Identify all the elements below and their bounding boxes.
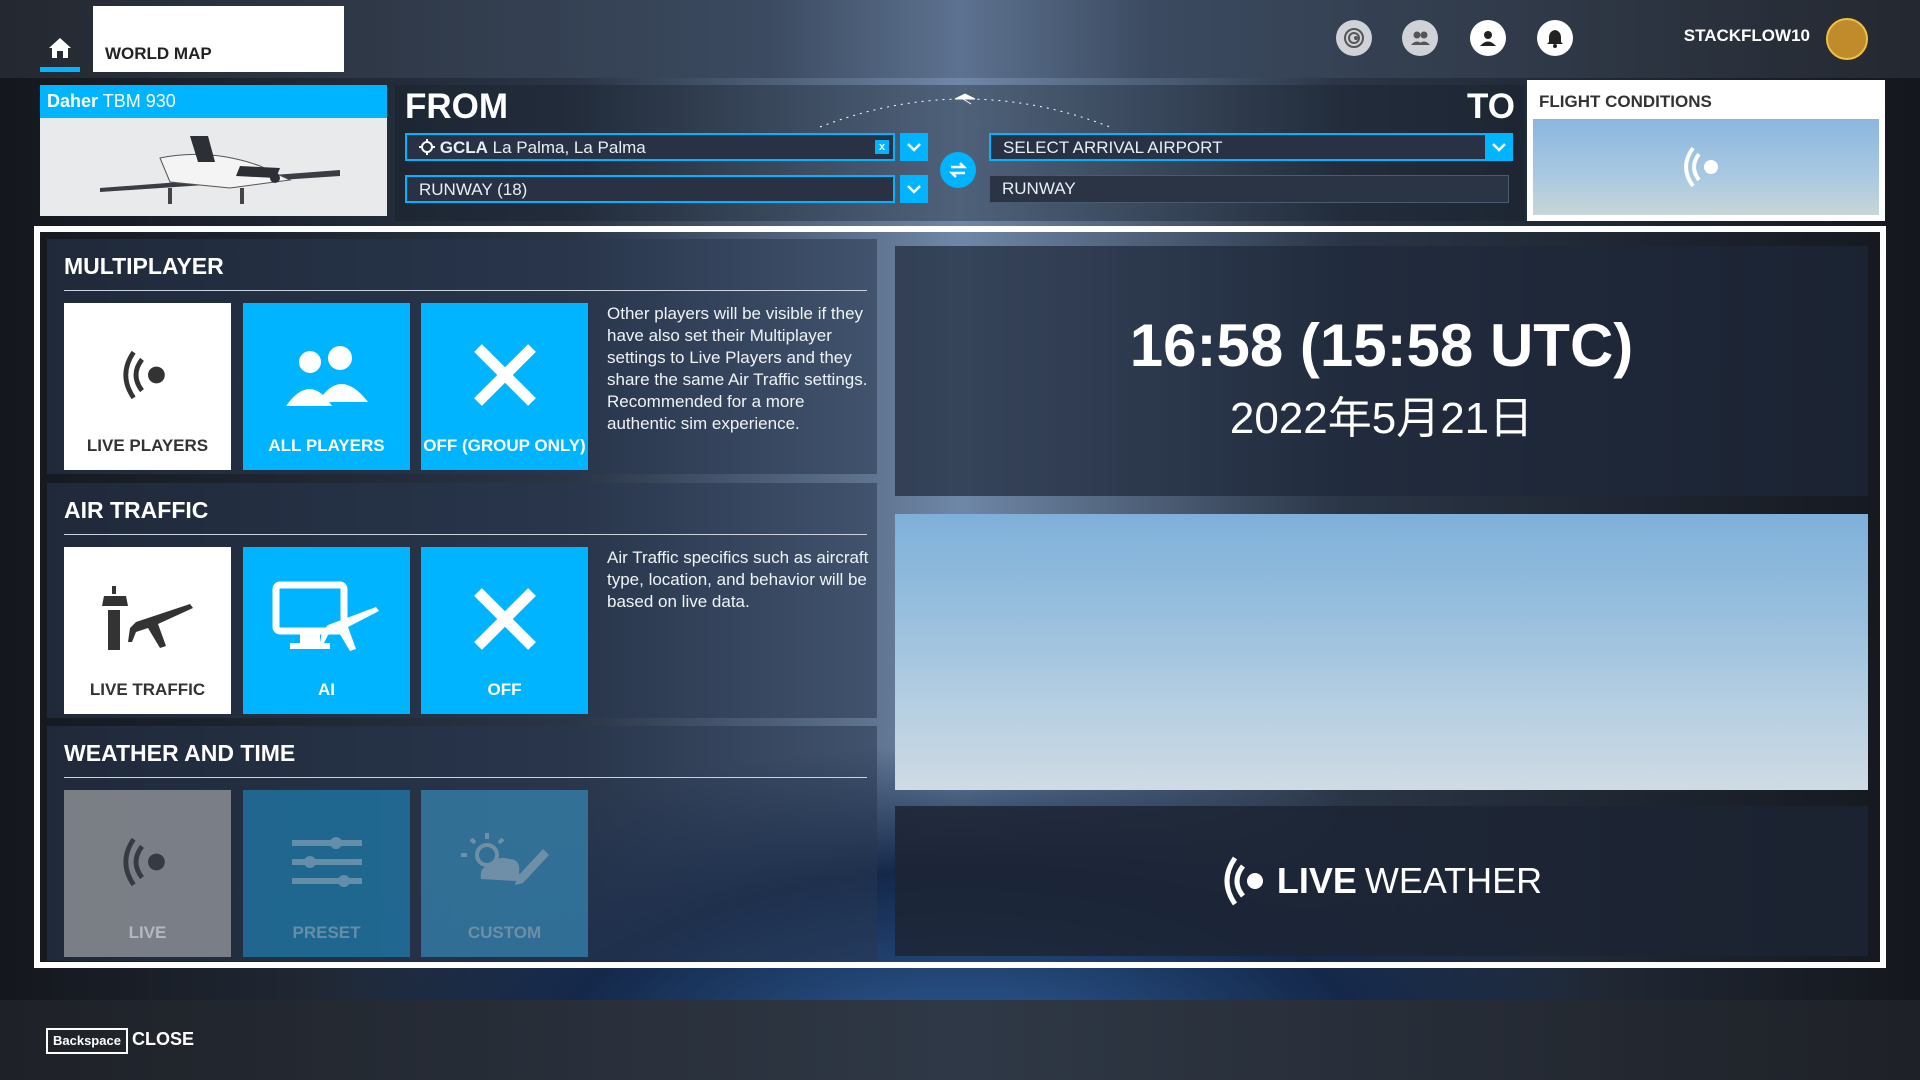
conditions-panel: MULTIPLAYER LIVE PLAYERS ALL PLAYERS OFF…	[34, 226, 1886, 968]
aircraft-make: Daher	[47, 91, 99, 111]
live-players-option[interactable]: LIVE PLAYERS	[64, 303, 231, 470]
departure-name: La Palma, La Palma	[492, 138, 646, 157]
swap-icon	[948, 162, 968, 178]
live-icon	[1224, 856, 1263, 906]
backspace-key: Backspace	[46, 1028, 128, 1054]
live-traffic-option[interactable]: LIVE TRAFFIC	[64, 547, 231, 714]
weather-time-section: WEATHER AND TIME LIVE PRESET CUSTOM	[47, 726, 877, 961]
conditions-preview	[1533, 119, 1879, 215]
players-icon	[285, 346, 368, 406]
control-tower-plane-icon	[101, 586, 193, 650]
live-weather-option[interactable]: LIVE	[64, 790, 231, 957]
to-label: TO	[1467, 87, 1515, 126]
departure-dropdown-button[interactable]	[900, 133, 928, 161]
weather-time-title: WEATHER AND TIME	[64, 740, 296, 766]
multiplayer-title: MULTIPLAYER	[64, 253, 224, 279]
notifications-icon[interactable]	[1537, 20, 1573, 56]
close-button[interactable]: CLOSE	[132, 1029, 194, 1050]
preset-weather-label: PRESET	[292, 923, 361, 942]
arrival-airport-field[interactable]: SELECT ARRIVAL AIRPORT	[989, 133, 1489, 161]
clock-time: 16:58 (15:58 UTC)	[1129, 312, 1634, 379]
clock-date: 2022年5月21日	[1229, 394, 1534, 443]
route-panel: FROM TO GCLA La Palma, La Palma x RUNWAY…	[395, 85, 1525, 221]
weather-edit-icon	[460, 833, 549, 885]
all-players-option[interactable]: ALL PLAYERS	[243, 303, 410, 470]
arrival-dropdown-button[interactable]	[1485, 133, 1513, 161]
computer-plane-icon	[272, 581, 379, 651]
chevron-down-icon	[907, 185, 921, 194]
live-weather-banner: LIVE WEATHER	[895, 806, 1868, 956]
ai-traffic-label: AI	[318, 680, 335, 699]
preset-weather-option[interactable]: PRESET	[243, 790, 410, 957]
location-icon	[419, 139, 435, 155]
live-weather-label: LIVE	[128, 923, 167, 942]
custom-weather-label: CUSTOM	[467, 923, 542, 942]
swap-airports-button[interactable]	[940, 152, 976, 188]
tab-world-map[interactable]: WORLD MAP	[93, 6, 344, 72]
live-icon	[122, 350, 165, 400]
air-traffic-section: AIR TRAFFIC LIVE TRAFFIC AI OFF Air Traf…	[47, 483, 877, 718]
live-icon	[122, 837, 165, 887]
live-icon	[1684, 146, 1718, 188]
departure-code: GCLA	[439, 138, 488, 157]
departure-runway-field[interactable]: RUNWAY (18)	[405, 175, 895, 203]
custom-weather-option[interactable]: CUSTOM	[421, 790, 588, 957]
divider	[64, 290, 867, 291]
profile-icon[interactable]	[1470, 20, 1506, 56]
off-traffic-option[interactable]: OFF	[421, 547, 588, 714]
clear-departure-button[interactable]: x	[875, 140, 889, 154]
multiplayer-section: MULTIPLAYER LIVE PLAYERS ALL PLAYERS OFF…	[47, 239, 877, 474]
weather-time-preview: 16:58 (15:58 UTC) 2022年5月21日 LIVE WEATHE…	[888, 239, 1878, 961]
multiplayer-description: Other players will be visible if they ha…	[607, 304, 868, 433]
sliders-icon	[291, 837, 362, 887]
off-traffic-label: OFF	[487, 680, 522, 699]
off-group-only-option[interactable]: OFF (GROUP ONLY)	[421, 303, 588, 470]
live-weather-bold: LIVE	[1276, 860, 1357, 901]
friends-icon[interactable]	[1402, 20, 1438, 56]
home-icon	[49, 38, 71, 58]
clock-display: 16:58 (15:58 UTC) 2022年5月21日	[895, 246, 1868, 496]
settings-column: MULTIPLAYER LIVE PLAYERS ALL PLAYERS OFF…	[47, 239, 877, 961]
bottom-bar	[0, 1000, 1920, 1080]
air-traffic-description: Air Traffic specifics such as aircraft t…	[607, 548, 869, 611]
live-players-label: LIVE PLAYERS	[86, 436, 209, 455]
from-label: FROM	[405, 87, 509, 126]
live-traffic-label: LIVE TRAFFIC	[89, 680, 206, 699]
ai-traffic-option[interactable]: AI	[243, 547, 410, 714]
divider	[64, 534, 867, 535]
aircraft-title: Daher TBM 930	[40, 85, 387, 118]
close-icon	[473, 588, 536, 650]
chevron-down-icon	[907, 143, 921, 152]
live-weather-rest: WEATHER	[1364, 860, 1543, 901]
username[interactable]: STACKFLOW10	[1600, 26, 1810, 46]
avatar[interactable]	[1826, 18, 1868, 60]
divider	[64, 777, 867, 778]
departure-runway-dropdown[interactable]	[900, 175, 928, 203]
flight-conditions-card[interactable]: FLIGHT CONDITIONS	[1527, 80, 1885, 221]
home-button[interactable]	[40, 30, 80, 72]
airplane-image	[100, 136, 340, 204]
close-icon	[473, 344, 536, 406]
route-arc-icon	[819, 93, 1111, 128]
achievements-icon[interactable]	[1336, 20, 1372, 56]
off-group-only-label: OFF (GROUP ONLY)	[423, 436, 586, 455]
arrival-runway-field[interactable]: RUNWAY	[989, 175, 1509, 203]
flight-conditions-title: FLIGHT CONDITIONS	[1539, 92, 1712, 111]
aircraft-model: TBM 930	[102, 91, 176, 111]
all-players-label: ALL PLAYERS	[268, 436, 385, 455]
departure-airport-field[interactable]: GCLA La Palma, La Palma	[405, 133, 895, 161]
aircraft-card[interactable]: Daher TBM 930	[40, 85, 387, 216]
chevron-down-icon	[1492, 143, 1506, 152]
sky-preview	[895, 514, 1868, 790]
air-traffic-title: AIR TRAFFIC	[64, 497, 209, 523]
